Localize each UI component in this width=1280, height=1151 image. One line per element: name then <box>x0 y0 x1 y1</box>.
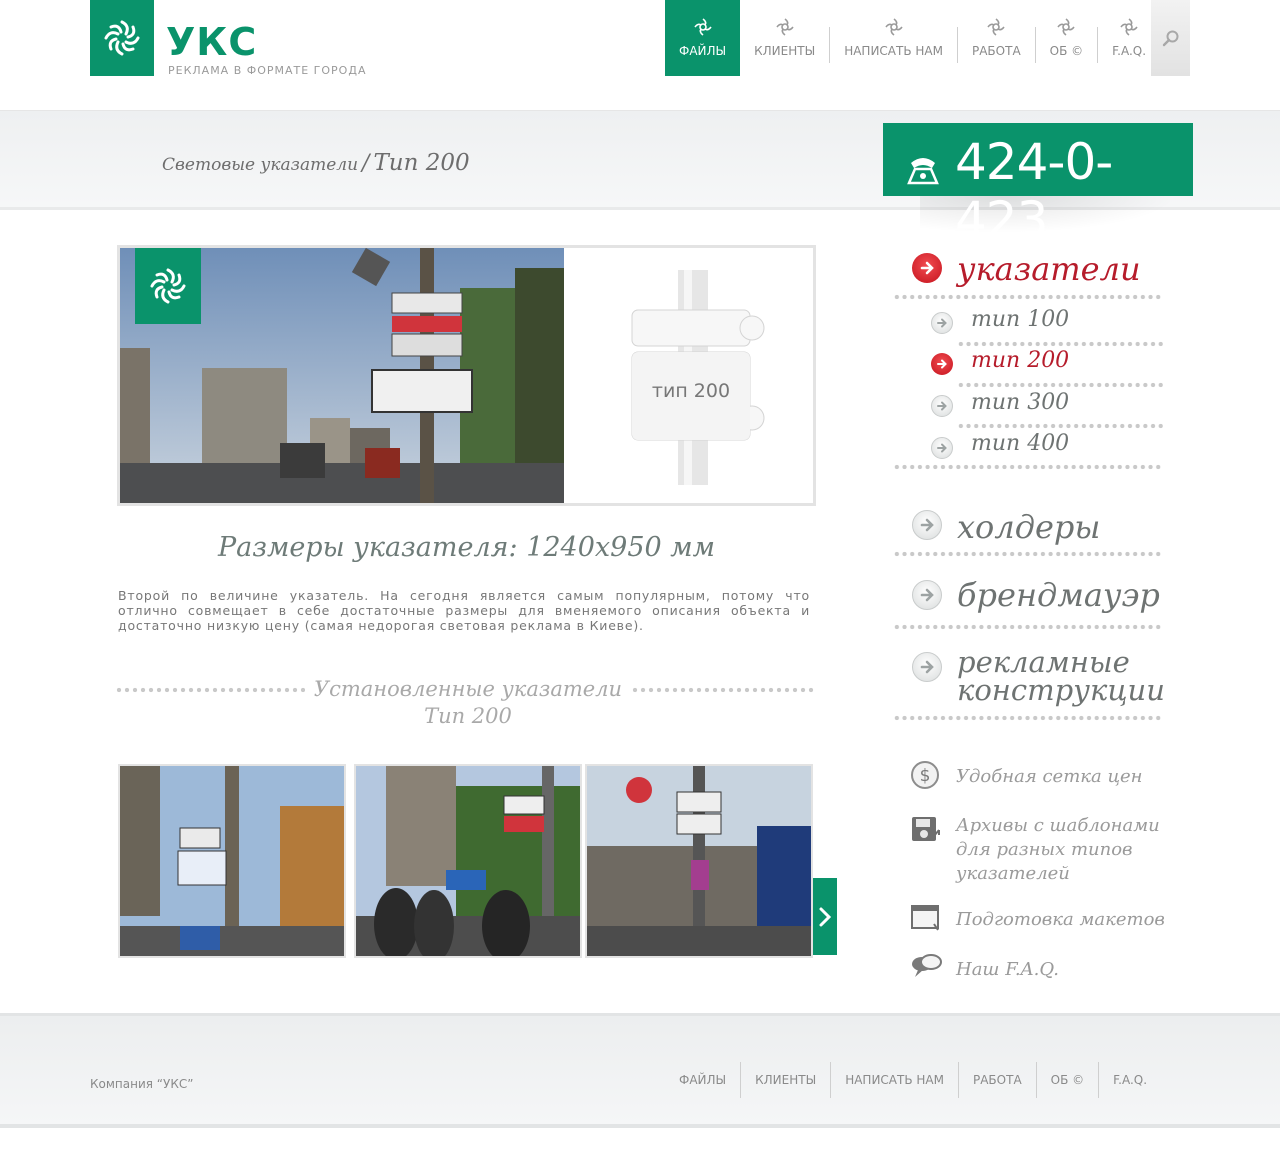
dotted-divider <box>893 464 1163 470</box>
arrow-right-icon <box>912 580 942 610</box>
phone-number[interactable]: 424-0-423 <box>955 133 1193 249</box>
flower-icon <box>1057 18 1076 36</box>
nav-item-files[interactable]: ФАЙЛЫ <box>665 0 741 76</box>
thumb-photo <box>356 766 580 956</box>
installed-heading: Установленные указатели Тип 200 <box>115 676 815 736</box>
breadcrumb-section[interactable]: Световые указатели <box>162 155 358 175</box>
flower-icon <box>693 18 712 36</box>
arrow-right-icon <box>931 395 953 417</box>
info-label: Наш F.A.Q. <box>956 959 1059 980</box>
footer-nav-clients[interactable]: КЛИЕНТЫ <box>741 1073 830 1087</box>
dotted-divider <box>957 423 1163 429</box>
info-label: Удобная сетка цен <box>956 766 1143 787</box>
logo-flower-icon <box>150 268 186 304</box>
subitem-label: тип 400 <box>971 431 1070 456</box>
window-icon <box>911 905 939 931</box>
category-label: холдеры <box>957 508 1101 546</box>
gallery-thumb[interactable] <box>118 764 346 958</box>
header: УКС РЕКЛАМА В ФОРМАТЕ ГОРОДА ФАЙЛЫ КЛИЕН… <box>0 0 1280 110</box>
dotted-divider <box>115 687 305 693</box>
nav-item-contact[interactable]: НАПИСАТЬ НАМ <box>830 0 957 76</box>
arrow-right-icon <box>931 437 953 459</box>
installed-line-1: Установленные указатели <box>313 677 623 701</box>
dotted-divider <box>893 624 1163 630</box>
arrow-right-icon <box>931 312 953 334</box>
sign-render: тип 200 <box>620 270 780 485</box>
footer-nav-about[interactable]: ОБ © <box>1037 1073 1099 1087</box>
arrow-right-icon <box>912 510 942 540</box>
info-label: Архивы с шаблонами для разных типов указ… <box>956 815 1160 884</box>
installed-line-2: Тип 200 <box>424 704 512 728</box>
info-label: Подготовка макетов <box>956 909 1165 930</box>
chevron-right-icon <box>819 907 832 926</box>
footer-nav-files[interactable]: ФАЙЛЫ <box>665 1073 740 1087</box>
search-icon <box>1162 30 1178 47</box>
logo-mark[interactable] <box>90 0 154 76</box>
arrow-right-icon <box>931 353 953 375</box>
dollar-icon: $ <box>911 761 939 789</box>
dotted-divider <box>893 715 1163 721</box>
dotted-divider <box>631 687 815 693</box>
brand-tagline: РЕКЛАМА В ФОРМАТЕ ГОРОДА <box>168 64 367 77</box>
gallery-next-button[interactable] <box>813 878 837 955</box>
logo-flower-icon <box>104 20 140 56</box>
footer-nav-faq[interactable]: F.A.Q. <box>1099 1073 1161 1087</box>
gallery-thumb[interactable] <box>354 764 582 958</box>
product-size-title: Размеры указателя: 1240х950 мм <box>217 532 716 563</box>
breadcrumb: Световые указатели / Тип 200 <box>162 150 470 176</box>
gallery-thumb[interactable] <box>585 764 813 958</box>
category-label: брендмауэр <box>957 576 1160 614</box>
nav-item-clients[interactable]: КЛИЕНТЫ <box>740 0 829 76</box>
category-label: указатели <box>957 250 1141 288</box>
flower-icon <box>884 18 903 36</box>
nav-label: НАПИСАТЬ НАМ <box>844 44 943 58</box>
breadcrumb-separator: / <box>362 151 370 176</box>
search-button[interactable] <box>1151 0 1190 76</box>
sign-label: тип 200 <box>651 380 731 402</box>
svg-text:$: $ <box>920 766 931 786</box>
nav-label: КЛИЕНТЫ <box>754 44 816 58</box>
nav-item-work[interactable]: РАБОТА <box>958 0 1035 76</box>
thumb-photo <box>120 766 344 956</box>
sign-illustration <box>631 270 765 485</box>
subitem-label: тип 300 <box>971 390 1070 415</box>
dotted-divider <box>957 382 1163 388</box>
nav-label: ОБ © <box>1049 44 1084 58</box>
subitem-label: тип 200 <box>971 348 1070 373</box>
speech-bubbles-icon <box>912 954 942 977</box>
brand-name[interactable]: УКС <box>166 20 257 64</box>
footer-nav: ФАЙЛЫ КЛИЕНТЫ НАПИСАТЬ НАМ РАБОТА ОБ © F… <box>665 1062 1161 1098</box>
nav-label: ФАЙЛЫ <box>679 44 727 58</box>
main-nav: ФАЙЛЫ КЛИЕНТЫ НАПИСАТЬ НАМ РАБОТА ОБ © F… <box>665 0 1160 76</box>
installed-title: Установленные указатели Тип 200 <box>305 676 631 730</box>
thumb-photo <box>587 766 811 956</box>
footer-company: Компания “УКС” <box>90 1077 194 1091</box>
floppy-disk-icon <box>912 817 940 841</box>
breadcrumb-current: Тип 200 <box>373 150 470 176</box>
category-label: рекламные конструкции <box>957 645 1165 707</box>
flower-icon <box>987 18 1005 36</box>
nav-item-about[interactable]: ОБ © <box>1036 0 1098 76</box>
phone-banner: 424-0-423 <box>883 123 1193 249</box>
footer-nav-work[interactable]: РАБОТА <box>959 1073 1036 1087</box>
dotted-divider <box>893 294 1163 300</box>
product-image: тип 200 <box>117 245 816 506</box>
nav-label: F.A.Q. <box>1112 44 1147 58</box>
arrow-right-icon <box>912 253 942 283</box>
footer-nav-contact[interactable]: НАПИСАТЬ НАМ <box>831 1073 958 1087</box>
installed-gallery <box>118 764 838 958</box>
flower-icon <box>776 18 794 36</box>
dotted-divider <box>893 551 1163 557</box>
street-photo <box>120 248 564 503</box>
subitem-label: тип 100 <box>971 307 1070 332</box>
image-badge <box>135 248 201 324</box>
product-description: Второй по величине указатель. На сегодня… <box>118 588 810 633</box>
phone-icon <box>907 158 939 185</box>
nav-label: РАБОТА <box>971 44 1021 58</box>
flower-icon <box>1120 18 1138 36</box>
arrow-right-icon <box>912 652 942 682</box>
dotted-divider <box>957 341 1163 347</box>
